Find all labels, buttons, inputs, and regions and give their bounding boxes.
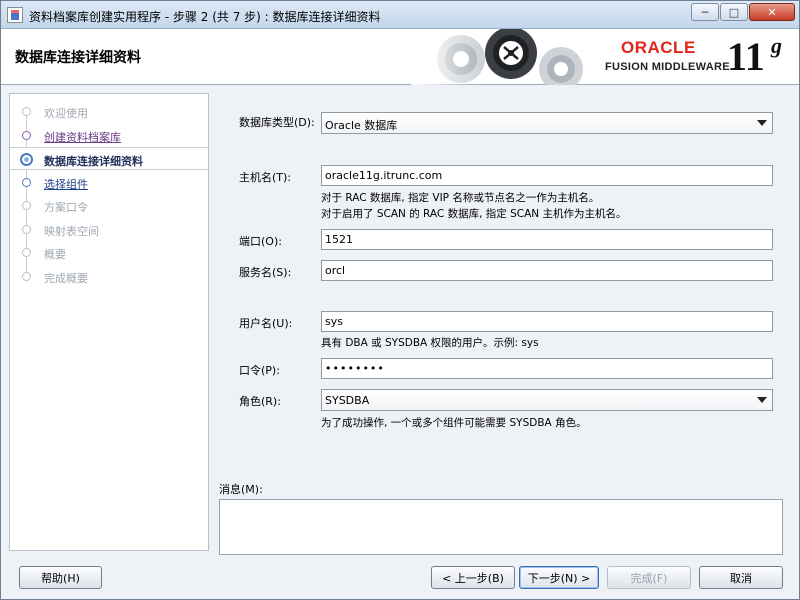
step-dot-icon [22,107,31,116]
username-label: 用户名(U): [239,317,293,330]
window-title: 资料档案库创建实用程序 - 步骤 2 (共 7 步) : 数据库连接详细资料 [29,10,381,24]
db-type-value: Oracle 数据库 [325,119,398,132]
close-button[interactable]: ✕ [749,3,795,21]
nav-step-map-tablespaces: 映射表空间 [10,218,208,241]
nav-step-label[interactable]: 创建资料档案库 [44,129,121,145]
host-input[interactable]: oracle11g.itrunc.com [321,165,773,186]
page-title: 数据库连接详细资料 [15,50,141,66]
form-content: 数据库类型(D): Oracle 数据库 主机名(T): oracle11g.i… [209,85,799,555]
cancel-button[interactable]: 取消 [699,566,783,589]
step-dot-icon [22,201,31,210]
step-dot-icon [22,225,31,234]
nav-step-db-connection: 数据库连接详细资料 [10,147,208,170]
host-hint-scan: 对于启用了 SCAN 的 RAC 数据库, 指定 SCAN 主机作为主机名。 [321,208,627,220]
brand-version-suffix: g [771,33,782,58]
host-hint-rac: 对于 RAC 数据库, 指定 VIP 名称或节点名之一作为主机名。 [321,192,600,204]
title-bar: 资料档案库创建实用程序 - 步骤 2 (共 7 步) : 数据库连接详细资料 ─… [1,1,799,29]
role-label: 角色(R): [239,395,281,408]
finish-button: 完成(F) [607,566,691,589]
next-button[interactable]: 下一步(N) > [519,566,599,589]
messages-area[interactable] [219,499,783,555]
nav-step-label: 数据库连接详细资料 [44,155,143,168]
oracle-logo: ORACLE FUSION MIDDLEWARE 11 g [601,33,796,81]
nav-step-label: 欢迎使用 [44,107,88,120]
password-input[interactable]: •••••••• [321,358,773,379]
current-step-icon [20,153,33,166]
chevron-down-icon [757,397,767,403]
role-value: SYSDBA [325,394,370,407]
host-label: 主机名(T): [239,171,292,184]
wizard-steps-nav: 欢迎使用 创建资料档案库 数据库连接详细资料 选择组件 方案口令 映射表空间 概… [9,93,209,551]
nav-step-welcome: 欢迎使用 [10,100,208,123]
db-type-select[interactable]: Oracle 数据库 [321,112,773,134]
nav-step-label: 映射表空间 [44,225,99,238]
wizard-header: 数据库连接详细资料 ORACLE FUSION MIDDLEWARE 11 g [1,29,799,85]
maximize-button[interactable]: □ [720,3,748,21]
nav-step-summary: 概要 [10,241,208,264]
wizard-window: 资料档案库创建实用程序 - 步骤 2 (共 7 步) : 数据库连接详细资料 ─… [0,0,800,600]
nav-step-select-components[interactable]: 选择组件 [10,171,208,194]
nav-step-schema-passwords: 方案口令 [10,194,208,217]
role-select[interactable]: SYSDBA [321,389,773,411]
nav-step-label: 方案口令 [44,201,88,214]
step-dot-icon [22,178,31,187]
role-hint: 为了成功操作, 一个或多个组件可能需要 SYSDBA 角色。 [321,417,587,429]
username-input[interactable]: sys [321,311,773,332]
back-button[interactable]: < 上一步(B) [431,566,515,589]
brand-oracle-text: ORACLE [621,38,696,57]
minimize-button[interactable]: ─ [691,3,719,21]
service-input[interactable]: orcl [321,260,773,281]
username-hint: 具有 DBA 或 SYSDBA 权限的用户。示例: sys [321,337,539,349]
step-dot-icon [22,248,31,257]
nav-step-label: 概要 [44,248,66,261]
brand-product-text: FUSION MIDDLEWARE [605,61,730,73]
nav-step-create-repository[interactable]: 创建资料档案库 [10,124,208,147]
chevron-down-icon [757,120,767,126]
nav-step-completion-summary: 完成概要 [10,265,208,288]
port-input[interactable]: 1521 [321,229,773,250]
nav-step-label[interactable]: 选择组件 [44,176,88,192]
nav-step-label: 完成概要 [44,272,88,285]
help-button[interactable]: 帮助(H) [19,566,102,589]
port-label: 端口(O): [239,235,282,248]
step-dot-icon [22,131,31,140]
brand-version-text: 11 [727,34,765,79]
messages-label: 消息(M): [219,483,263,496]
gears-graphic-icon [411,29,611,85]
app-icon [7,7,23,23]
db-type-label: 数据库类型(D): [239,116,315,129]
service-label: 服务名(S): [239,266,292,279]
step-dot-icon [22,272,31,281]
password-label: 口令(P): [239,364,280,377]
